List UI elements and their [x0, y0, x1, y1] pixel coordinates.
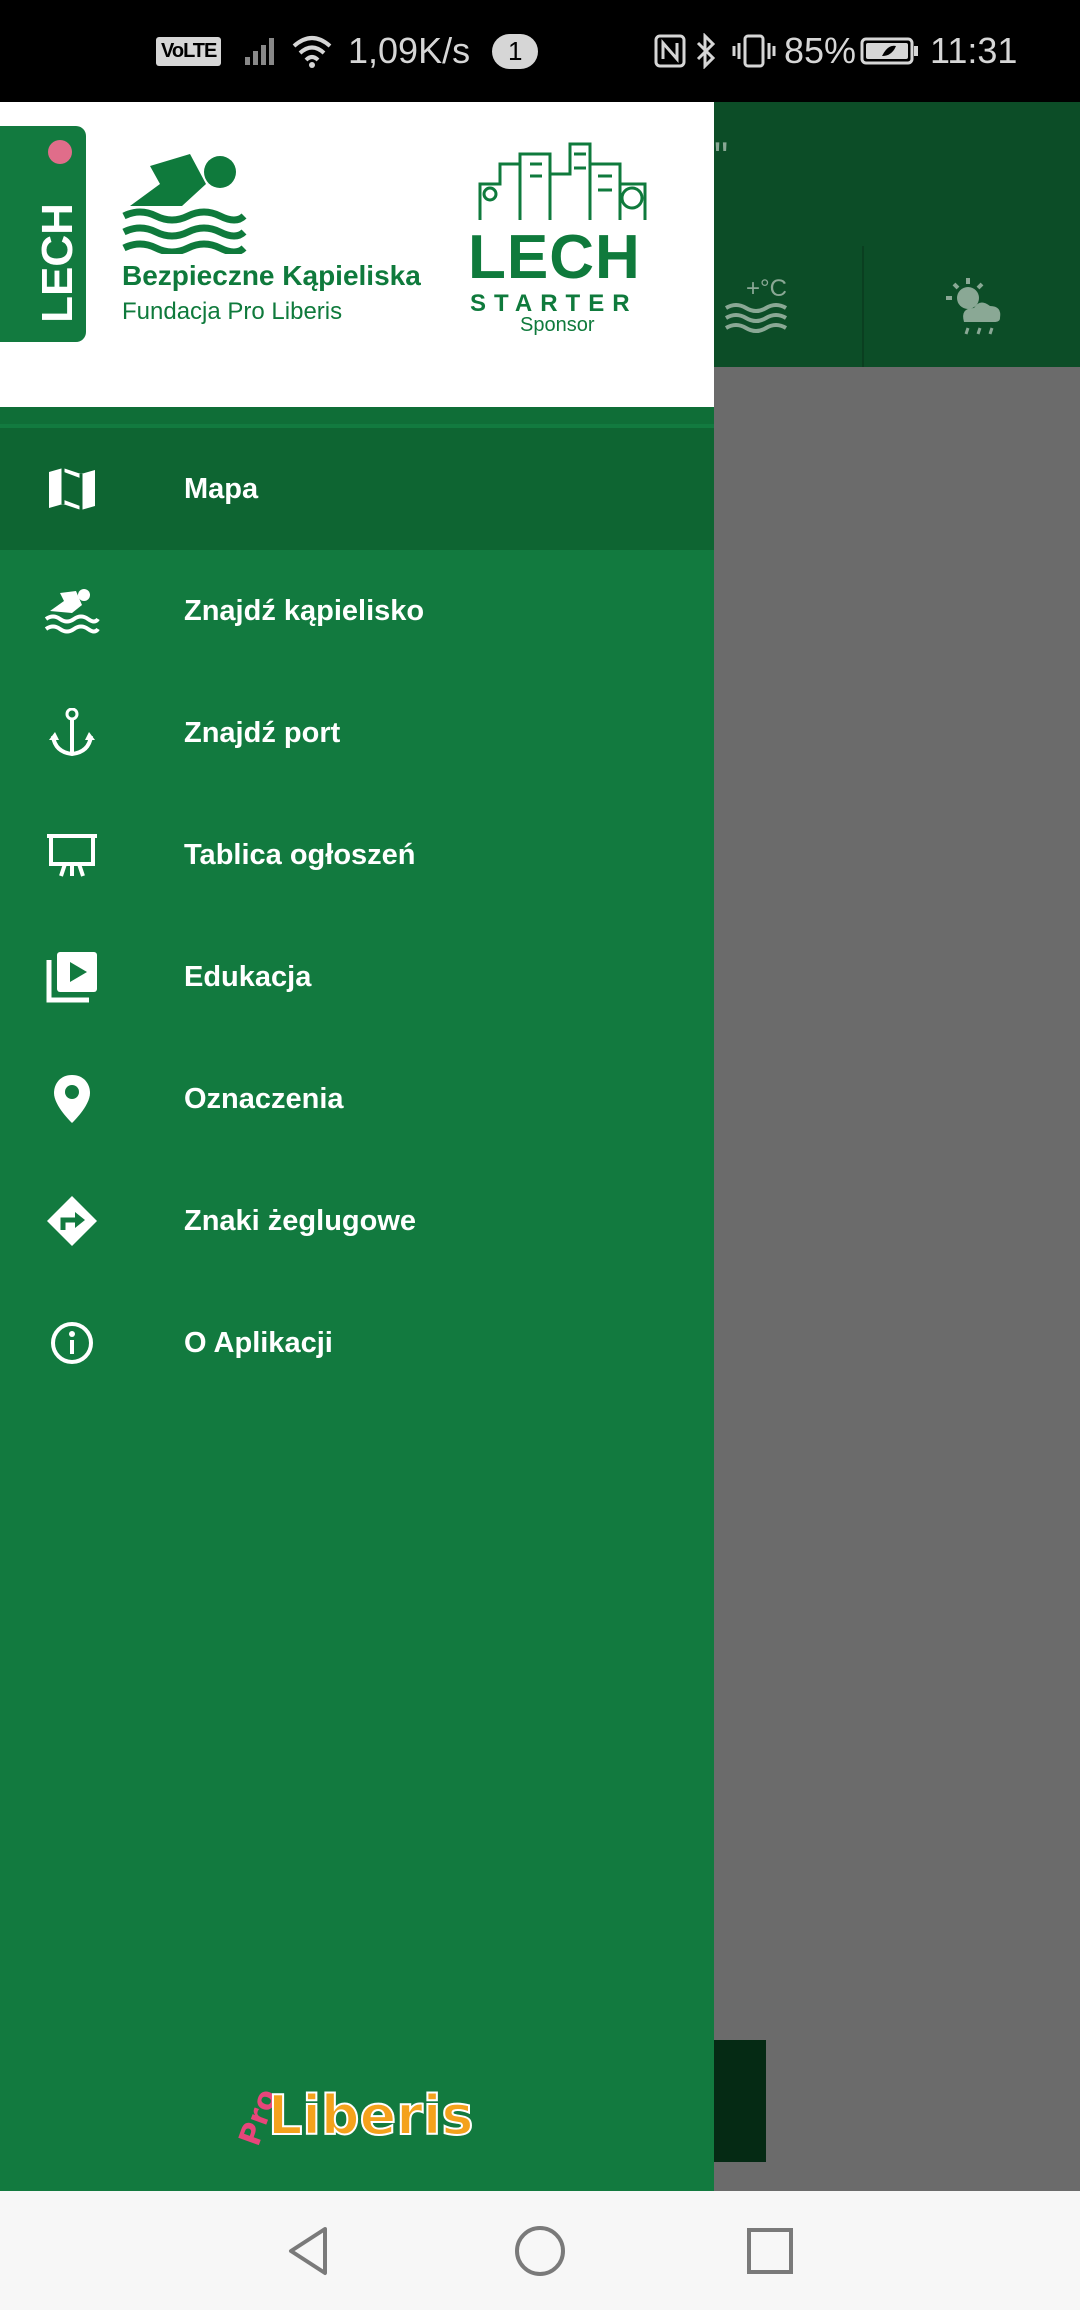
menu-label: Znajdź port: [184, 717, 341, 749]
brand-title: Bezpieczne Kąpieliska: [122, 260, 421, 291]
weather-icon: [938, 270, 1008, 345]
background-tab-divider: [862, 246, 864, 367]
menu-label: O Aplikacji: [184, 1327, 333, 1359]
swimmer-logo-icon: [120, 144, 250, 259]
drawer-header: LECH Bezpieczne Kąpieliska Fundacja Pro …: [0, 102, 714, 407]
brand-subtitle: Fundacja Pro Liberis: [122, 298, 343, 325]
lech-logo: LECH: [0, 126, 86, 342]
menu-item-oznaczenia[interactable]: Oznaczenia: [0, 1038, 714, 1160]
drawer-menu: Mapa Znajdź kąpielisko Znajdź port Tabli…: [0, 428, 714, 1404]
menu-label: Tablica ogłoszeń: [184, 839, 416, 871]
network-speed: 1,09K/s: [348, 30, 471, 71]
video-library-icon: [40, 952, 104, 1003]
background-app-bar: [714, 102, 1080, 246]
recents-icon[interactable]: [738, 2219, 802, 2283]
starter-title: LECH: [468, 223, 641, 292]
turn-sign-icon: [40, 1196, 104, 1246]
menu-item-tablica-ogloszen[interactable]: Tablica ogłoszeń: [0, 794, 714, 916]
status-bar: VoLTE 1,09K/s 1 85% 11:31: [0, 0, 1080, 102]
menu-label: Mapa: [184, 473, 259, 505]
system-nav-bar: [0, 2191, 1080, 2310]
wifi-icon: [290, 0, 334, 102]
clock: 11:31: [930, 30, 1018, 71]
menu-label: Oznaczenia: [184, 1083, 344, 1115]
vibrate-icon: [732, 0, 776, 102]
volte-indicator: VoLTE: [156, 0, 222, 102]
home-icon[interactable]: [508, 2219, 572, 2283]
background-button-fragment: [714, 2040, 766, 2162]
notification-count-badge: 1: [492, 0, 539, 102]
info-icon: [40, 1319, 104, 1367]
menu-label: Znajdź kąpielisko: [184, 595, 425, 627]
pro-liberis-logo: Pro Liberis: [232, 2083, 474, 2151]
presentation-board-icon: [40, 831, 104, 879]
starter-sponsor: Sponsor: [520, 314, 595, 336]
background-title-fragment: ": [714, 135, 729, 179]
battery-percent: 85%: [784, 30, 857, 71]
menu-item-znaki-zeglugowe[interactable]: Znaki żeglugowe: [0, 1160, 714, 1282]
menu-item-znajdz-kapielisko[interactable]: Znajdź kąpielisko: [0, 550, 714, 672]
battery-icon: [860, 0, 920, 102]
menu-item-mapa[interactable]: Mapa: [0, 428, 714, 550]
swimmer-icon: [40, 587, 104, 635]
menu-item-o-aplikacji[interactable]: O Aplikacji: [0, 1282, 714, 1404]
svg-text:+°C: +°C: [746, 275, 787, 302]
header-divider: [0, 407, 714, 424]
navigation-drawer: LECH Bezpieczne Kąpieliska Fundacja Pro …: [0, 102, 714, 2191]
anchor-icon: [40, 708, 104, 757]
nfc-icon: [654, 0, 686, 102]
signal-icon: [243, 0, 279, 102]
bluetooth-icon: [695, 0, 717, 102]
location-pin-icon: [40, 1075, 104, 1123]
map-icon: [40, 465, 104, 513]
city-skyline-icon: [470, 124, 660, 229]
water-temperature-icon: +°C: [718, 270, 798, 345]
menu-item-edukacja[interactable]: Edukacja: [0, 916, 714, 1038]
menu-label: Znaki żeglugowe: [184, 1205, 417, 1237]
back-icon[interactable]: [276, 2219, 340, 2283]
menu-item-znajdz-port[interactable]: Znajdź port: [0, 672, 714, 794]
menu-label: Edukacja: [184, 961, 312, 993]
